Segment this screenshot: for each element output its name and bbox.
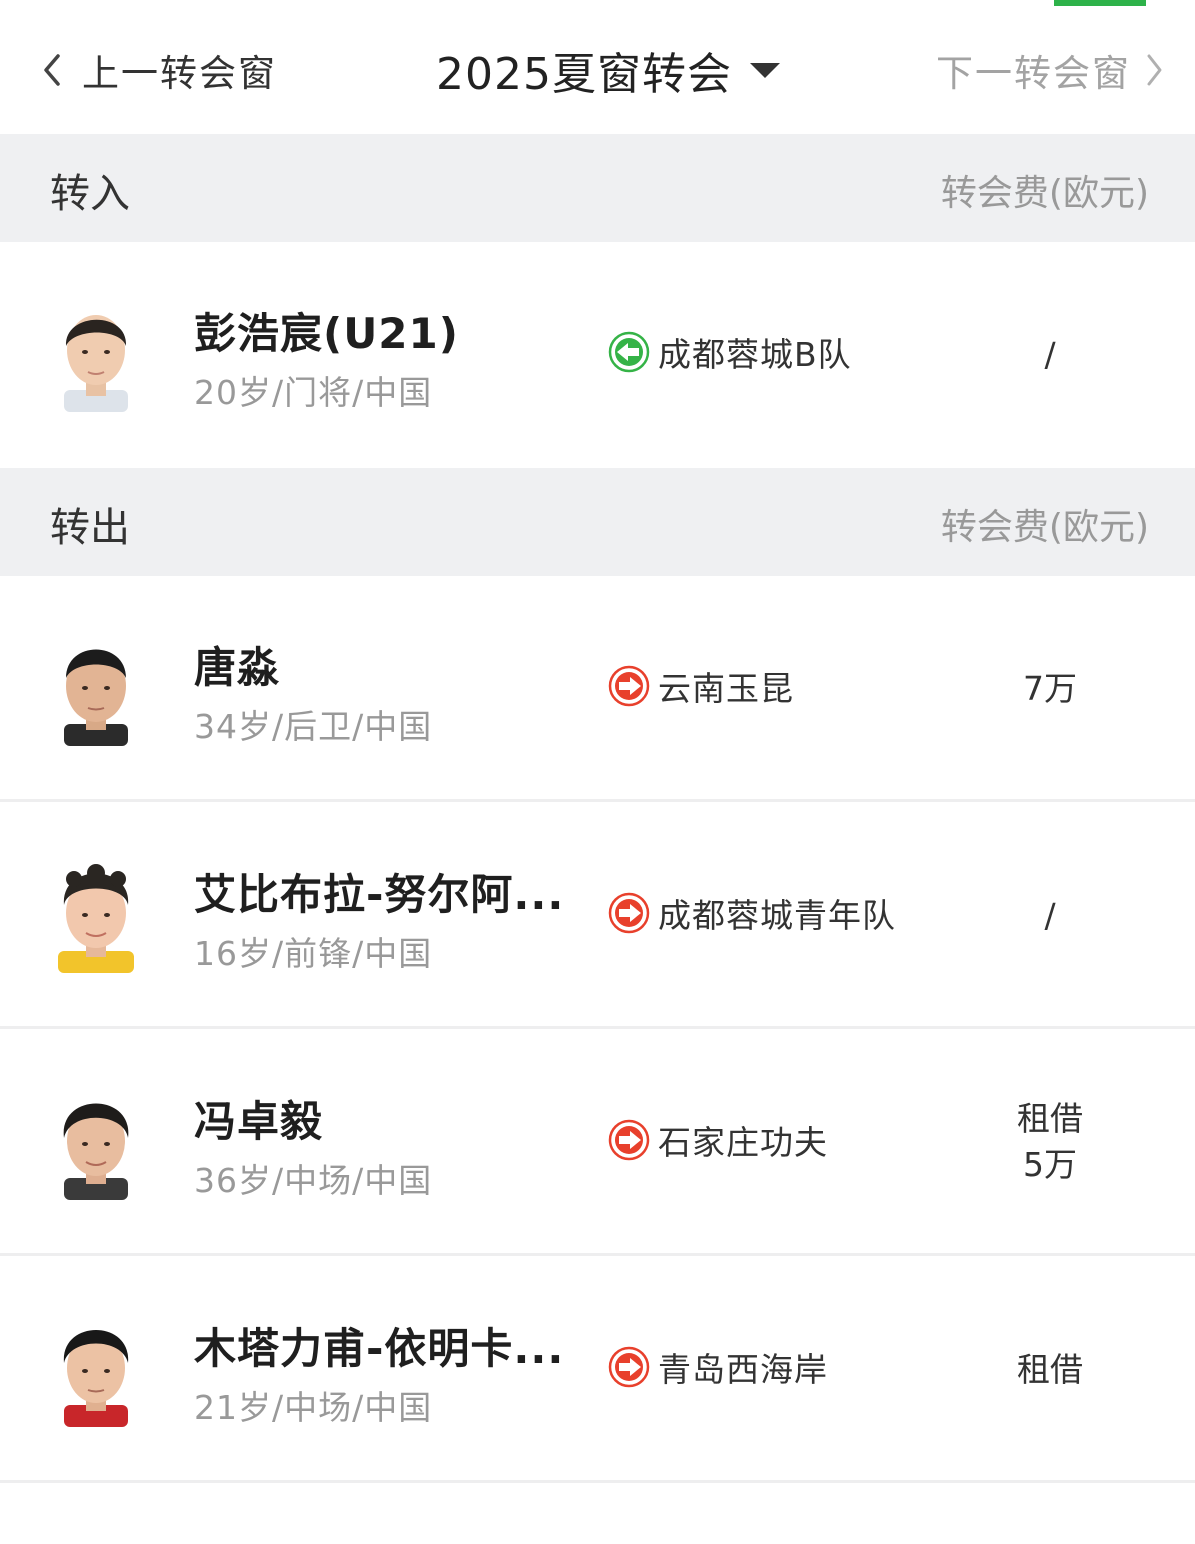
chevron-left-icon [44,54,60,86]
fee-value: / [1044,335,1056,374]
player-info: 21岁/中场/中国 [194,1388,433,1427]
player-row[interactable]: 木塔力甫-依明卡... 21岁/中场/中国 青岛西海岸 租借 [0,1257,1195,1483]
club-link[interactable]: 青岛西海岸 [608,1345,828,1389]
next-window-label: 下一转会窗 [936,52,1131,95]
arrow-out-icon [608,1119,650,1161]
club-name: 成都蓉城青年队 [658,896,896,935]
player-name: 唐淼 [194,643,281,692]
next-window-button[interactable]: 下一转会窗 [936,44,1165,96]
club-link[interactable]: 成都蓉城B队 [608,330,852,374]
player-name: 木塔力甫-依明卡... [194,1324,565,1373]
club-link[interactable]: 石家庄功夫 [608,1118,828,1162]
arrow-out-icon [608,665,650,707]
player-avatar [64,649,128,746]
transfer-window-nav: 上一转会窗 2025夏窗转会 下一转会窗 [0,0,1195,134]
player-info: 34岁/后卫/中国 [194,707,433,746]
player-row[interactable]: 艾比布拉-努尔阿... 16岁/前锋/中国 成都蓉城青年队 / [0,803,1195,1029]
section-header-in: 转入 转会费(欧元) [0,134,1195,242]
player-name: 艾比布拉-努尔阿... [194,870,565,919]
caret-down-icon [749,63,780,78]
club-name: 云南玉昆 [658,669,794,708]
player-avatar [58,864,134,973]
transfer-fee: / [980,332,1120,378]
fee-value: / [1044,896,1056,935]
player-avatar [63,1330,129,1427]
window-selector[interactable]: 2025夏窗转会 [436,40,782,100]
player-name: 冯卓毅 [194,1097,324,1146]
prev-window-button[interactable]: 上一转会窗 [38,44,277,96]
player-row[interactable]: 冯卓毅 36岁/中场/中国 石家庄功夫 租借 5万 [0,1030,1195,1256]
player-info: 20岁/门将/中国 [194,373,433,412]
transfer-fee: 租借 [980,1347,1120,1393]
transfer-fee: 7万 [980,666,1120,712]
section-title-in: 转入 [50,171,130,217]
transfer-fee: / [980,893,1120,939]
arrow-out-icon [608,1346,650,1388]
arrow-out-icon [608,892,650,934]
player-info: 16岁/前锋/中国 [194,934,433,973]
club-name: 成都蓉城B队 [658,335,852,374]
fee-value: 租借 [1017,1099,1083,1138]
section-header-out: 转出 转会费(欧元) [0,468,1195,576]
transfer-fee: 租借 5万 [980,1096,1120,1188]
prev-window-label: 上一转会窗 [82,52,277,95]
club-link[interactable]: 成都蓉城青年队 [608,891,896,935]
fee-value: 7万 [1023,669,1077,708]
player-name: 彭浩宸(U21) [194,309,459,358]
chevron-right-icon [1147,54,1162,86]
fee-value-line2: 5万 [1023,1145,1077,1184]
player-avatar [63,1103,129,1200]
window-title: 2025夏窗转会 [436,49,732,100]
club-name: 青岛西海岸 [658,1350,828,1389]
player-info: 36岁/中场/中国 [194,1161,433,1200]
section-title-out: 转出 [50,505,130,551]
fee-value: 租借 [1017,1350,1083,1389]
club-link[interactable]: 云南玉昆 [608,664,794,708]
club-name: 石家庄功夫 [658,1123,828,1162]
player-row[interactable]: 彭浩宸(U21) 20岁/门将/中国 成都蓉城B队 / [0,242,1195,468]
arrow-in-icon [608,331,650,373]
player-avatar [64,315,128,412]
fee-column-header: 转会费(欧元) [940,173,1149,214]
fee-column-header: 转会费(欧元) [940,507,1149,548]
player-row[interactable]: 唐淼 34岁/后卫/中国 云南玉昆 7万 [0,576,1195,802]
